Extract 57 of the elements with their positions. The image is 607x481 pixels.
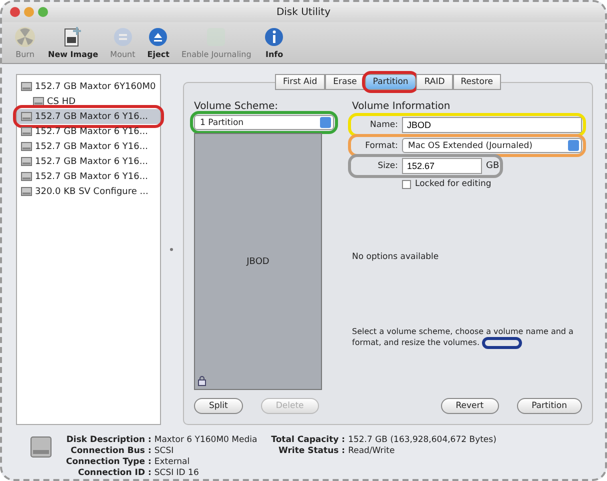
info-value: SCSI: [154, 446, 175, 458]
info-label: Total Capacity :: [271, 435, 346, 446]
unit-label: GB: [486, 161, 500, 171]
partition-map[interactable]: JBOD: [194, 133, 322, 390]
instructions-text: Select a volume scheme, choose a volume name and a format, and resize the volumes.: [352, 327, 574, 348]
info-value: Read/Write: [348, 446, 396, 458]
info-value: External: [154, 457, 191, 468]
info-label: Connection ID :: [76, 468, 152, 479]
info-value: SCSI ID 16: [154, 468, 200, 479]
size-field[interactable]: 152.67: [402, 158, 482, 174]
zoom-button[interactable]: [38, 7, 48, 17]
volume-item[interactable]: CS HD: [17, 94, 160, 109]
tab[interactable]: Erase: [325, 74, 365, 90]
info-value: 152.7 GB (163,928,604,672 Bytes): [348, 435, 496, 446]
format-popup[interactable]: Mac OS Extended (Journaled): [402, 138, 582, 153]
info-icon: [263, 26, 286, 48]
section-heading: Volume Scheme:: [194, 101, 279, 112]
action-button[interactable]: Revert: [440, 398, 499, 414]
info-label: Connection Bus :: [70, 446, 152, 458]
tab[interactable]: First Aid: [274, 74, 326, 90]
tab[interactable]: RAID: [416, 74, 453, 90]
disk-item[interactable]: 152.7 GB Maxtor 6 Y16...: [17, 154, 160, 169]
minimize-button[interactable]: [24, 7, 34, 17]
options-text: No options available: [352, 252, 440, 262]
name-field[interactable]: JBOD: [402, 117, 582, 133]
field-label: Name:: [369, 120, 398, 130]
action-button[interactable]: Partition: [516, 398, 582, 414]
scheme-popup[interactable]: 1 Partition: [194, 115, 334, 130]
section-heading: Volume Information: [352, 101, 452, 112]
disk-item[interactable]: 320.0 KB SV Configure ...: [17, 184, 160, 199]
toolbar-button[interactable]: Eject: [147, 26, 170, 59]
partition-label: JBOD: [246, 256, 270, 266]
drive-icon: [30, 435, 52, 459]
disk-item[interactable]: 152.7 GB Maxtor 6 Y16...: [17, 139, 160, 154]
info-label: Write Status :: [277, 446, 346, 458]
splitter-handle[interactable]: [170, 248, 174, 251]
field-label: Size:: [376, 161, 398, 171]
disk-item[interactable]: 152.7 GB Maxtor 6 Y16...: [17, 169, 160, 184]
disk-item[interactable]: 152.7 GB Maxtor 6 Y16...: [17, 124, 160, 139]
close-button[interactable]: [10, 7, 20, 17]
eject-icon: [147, 26, 170, 48]
disk-item[interactable]: 152.7 GB Maxtor 6Y160M0: [17, 79, 160, 94]
toolbar-button[interactable]: New Image: [48, 26, 98, 59]
info-label: Connection Type :: [66, 457, 152, 468]
window-title: Disk Utility: [275, 6, 332, 18]
info-value: Maxtor 6 Y160M0 Media: [154, 435, 258, 446]
radiation-icon: [14, 26, 36, 48]
toolbar-button[interactable]: Info: [263, 26, 286, 59]
checkbox-label: Locked for editing: [415, 179, 492, 189]
tab[interactable]: Partition: [364, 74, 416, 90]
checkbox[interactable]: [402, 180, 411, 188]
tab[interactable]: Restore: [452, 74, 502, 90]
field-label: Format:: [364, 140, 398, 150]
action-button[interactable]: Split: [194, 398, 243, 414]
mount-icon: [112, 26, 134, 48]
info-label: Disk Description :: [66, 435, 152, 446]
lock-icon: [198, 376, 206, 386]
